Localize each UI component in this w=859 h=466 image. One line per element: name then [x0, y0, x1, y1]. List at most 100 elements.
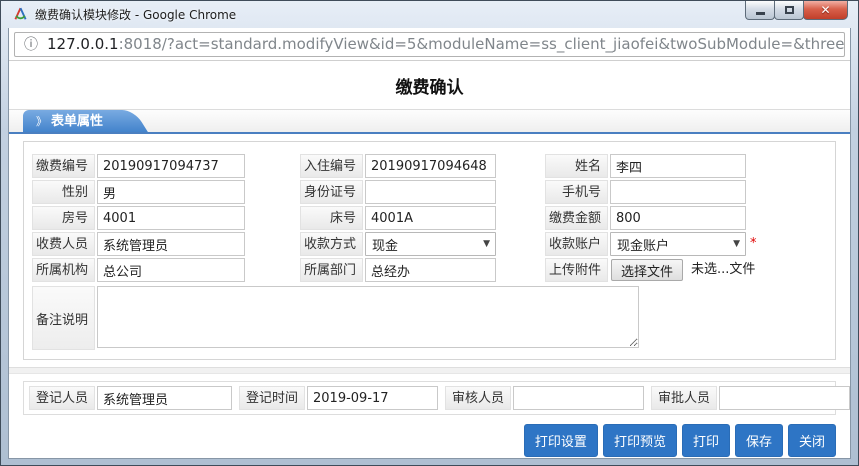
file-status-text: 未选...文件 [691, 258, 755, 282]
payment-amount-input[interactable] [610, 206, 746, 230]
field-payment-method: 收款方式 现金 ▼ [300, 232, 496, 256]
payment-method-select[interactable]: 现金 ▼ [365, 232, 496, 256]
page-content: 缴费确认 》表单属性 缴费编号 入住编号 姓 [9, 61, 850, 458]
collector-input[interactable] [97, 232, 245, 256]
field-mobile: 手机号 [545, 180, 746, 204]
field-label: 身份证号 [300, 180, 363, 204]
page-info-icon[interactable]: ⓘ [24, 34, 38, 54]
browser-window: 缴费确认模块修改 - Google Chrome ✕ ⓘ 127.0.0.1:8… [0, 0, 859, 466]
maximize-button[interactable] [774, 1, 804, 20]
field-approver: 审批人员 [651, 386, 850, 410]
field-label: 姓名 [545, 154, 608, 178]
receiving-account-select[interactable]: 现金账户 ▼ [610, 232, 746, 256]
form-row: 房号 床号 缴费金额 [32, 206, 827, 230]
required-asterisk: * [750, 232, 757, 256]
action-buttons: 打印设置 打印预览 打印 保存 关闭 [23, 424, 836, 457]
dropdown-arrow-icon: ▼ [733, 239, 740, 249]
field-registration-time: 登记时间 [239, 386, 438, 410]
field-id-card: 身份证号 [300, 180, 496, 204]
print-settings-button[interactable]: 打印设置 [524, 424, 598, 457]
reviewer-input[interactable] [513, 386, 644, 410]
field-registrant: 登记人员 [29, 386, 232, 410]
address-bar: ⓘ 127.0.0.1:8018/?act=standard.modifyVie… [9, 28, 850, 61]
gender-input[interactable] [97, 180, 245, 204]
maximize-icon [785, 6, 794, 14]
payment-no-input[interactable] [97, 154, 245, 178]
selected-option: 现金账户 [617, 235, 669, 254]
bed-no-input[interactable] [365, 206, 496, 230]
field-label: 登记时间 [239, 386, 305, 410]
close-icon: ✕ [820, 3, 830, 17]
section-divider [9, 367, 850, 374]
mobile-input[interactable] [610, 180, 746, 204]
field-label: 收款账户 [545, 232, 608, 256]
form-row: 性别 身份证号 手机号 [32, 180, 827, 204]
field-label: 登记人员 [29, 386, 95, 410]
field-payment-no: 缴费编号 [32, 154, 245, 178]
tab-form-properties[interactable]: 》表单属性 [23, 110, 119, 132]
tab-strip: 》表单属性 [9, 109, 850, 134]
print-button[interactable]: 打印 [682, 424, 730, 457]
field-label: 所属部门 [300, 258, 363, 282]
field-name: 姓名 [545, 154, 746, 178]
url-host: 127.0.0.1 [47, 35, 119, 53]
field-label: 入住编号 [300, 154, 363, 178]
window-title: 缴费确认模块修改 - Google Chrome [35, 6, 236, 23]
field-label: 备注说明 [32, 286, 95, 350]
id-card-input[interactable] [365, 180, 496, 204]
field-label: 审核人员 [445, 386, 511, 410]
close-window-button[interactable]: ✕ [803, 1, 848, 20]
minimize-button[interactable] [745, 1, 775, 20]
field-label: 床号 [300, 206, 363, 230]
field-label: 收费人员 [32, 232, 95, 256]
tab-label: 表单属性 [51, 114, 103, 129]
page-title: 缴费确认 [9, 73, 850, 98]
field-collector: 收费人员 [32, 232, 245, 256]
close-button[interactable]: 关闭 [788, 424, 836, 457]
field-organization: 所属机构 [32, 258, 245, 282]
browser-body: ⓘ 127.0.0.1:8018/?act=standard.modifyVie… [8, 28, 851, 459]
form-row: 缴费编号 入住编号 姓名 [32, 154, 827, 178]
field-label: 缴费金额 [545, 206, 608, 230]
form-panel: 缴费编号 入住编号 姓名 性别 [23, 141, 836, 360]
field-label: 手机号 [545, 180, 608, 204]
url-path: :8018/?act=standard.modifyView&id=5&modu… [119, 35, 845, 53]
field-remarks: 备注说明 [32, 286, 827, 350]
field-label: 收款方式 [300, 232, 363, 256]
name-input[interactable] [610, 154, 746, 178]
field-label: 审批人员 [651, 386, 717, 410]
field-label: 所属机构 [32, 258, 95, 282]
organization-input[interactable] [97, 258, 245, 282]
field-receiving-account: 收款账户 现金账户 ▼ * [545, 232, 757, 256]
field-label: 房号 [32, 206, 95, 230]
print-preview-button[interactable]: 打印预览 [603, 424, 677, 457]
department-input[interactable] [365, 258, 496, 282]
registration-time-input[interactable] [307, 386, 438, 410]
field-label: 性别 [32, 180, 95, 204]
minimize-icon [756, 12, 765, 15]
field-payment-amount: 缴费金额 [545, 206, 746, 230]
field-bed-no: 床号 [300, 206, 496, 230]
field-room-no: 房号 [32, 206, 245, 230]
form-row: 收费人员 收款方式 现金 ▼ 收款账户 现金账户 [32, 232, 827, 256]
remarks-textarea[interactable] [97, 286, 639, 348]
field-checkin-no: 入住编号 [300, 154, 496, 178]
field-attachment: 上传附件 选择文件 未选...文件 [545, 258, 755, 282]
approver-input[interactable] [719, 386, 850, 410]
save-button[interactable]: 保存 [735, 424, 783, 457]
tab-chevron-icon: 》 [36, 115, 47, 128]
selected-option: 现金 [372, 235, 398, 254]
choose-file-button[interactable]: 选择文件 [611, 259, 683, 281]
field-label: 缴费编号 [32, 154, 95, 178]
url-input[interactable]: ⓘ 127.0.0.1:8018/?act=standard.modifyVie… [14, 32, 845, 57]
field-gender: 性别 [32, 180, 245, 204]
window-titlebar: 缴费确认模块修改 - Google Chrome ✕ [8, 1, 851, 28]
form-row: 所属机构 所属部门 上传附件 选择文件 未选...文件 [32, 258, 827, 282]
window-controls: ✕ [746, 1, 848, 20]
registration-info-bar: 登记人员 登记时间 审核人员 审批人员 [23, 381, 836, 415]
registrant-input[interactable] [97, 386, 232, 410]
checkin-no-input[interactable] [365, 154, 496, 178]
field-label: 上传附件 [545, 258, 608, 282]
room-no-input[interactable] [97, 206, 245, 230]
field-reviewer: 审核人员 [445, 386, 644, 410]
